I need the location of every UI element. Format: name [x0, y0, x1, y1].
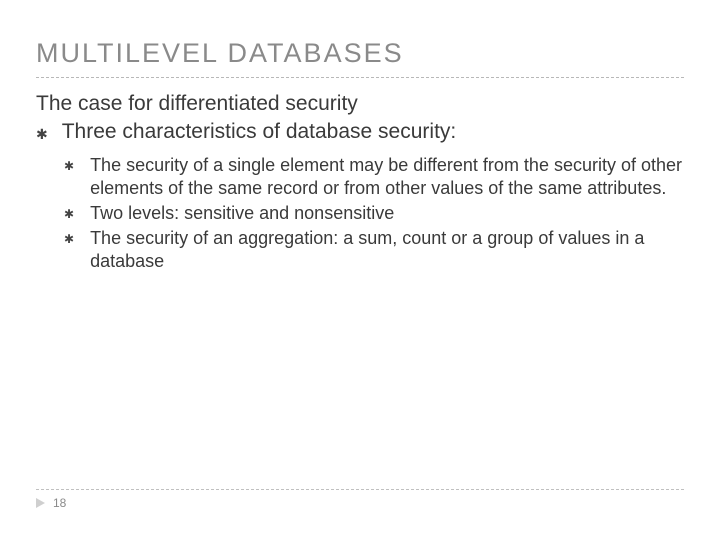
sub-bullet-text: The security of a single element may be … — [90, 154, 684, 200]
page-number: 18 — [53, 496, 66, 510]
slide-footer: 18 — [36, 489, 684, 510]
slide-subtitle: The case for differentiated security — [36, 92, 684, 116]
sub-bullet: ✱ The security of a single element may b… — [64, 154, 684, 200]
sub-bullet-text: The security of an aggregation: a sum, c… — [90, 227, 684, 273]
main-bullet: ✱ Three characteristics of database secu… — [36, 120, 684, 144]
main-bullet-text: Three characteristics of database securi… — [62, 120, 457, 144]
sub-bullet: ✱ Two levels: sensitive and nonsensitive — [64, 202, 684, 225]
sub-bullet-group: ✱ The security of a single element may b… — [64, 154, 684, 273]
footer-divider — [36, 489, 684, 490]
sub-bullet: ✱ The security of an aggregation: a sum,… — [64, 227, 684, 273]
sub-bullet-text: Two levels: sensitive and nonsensitive — [90, 202, 684, 225]
slide-title: MULTILEVEL DATABASES — [36, 38, 684, 69]
page-marker-icon — [36, 498, 45, 508]
bullet-icon: ✱ — [64, 207, 74, 222]
bullet-icon: ✱ — [64, 159, 74, 174]
bullet-icon: ✱ — [64, 232, 74, 247]
bullet-icon: ✱ — [36, 126, 48, 143]
slide: MULTILEVEL DATABASES The case for differ… — [0, 0, 720, 273]
title-divider — [36, 77, 684, 78]
